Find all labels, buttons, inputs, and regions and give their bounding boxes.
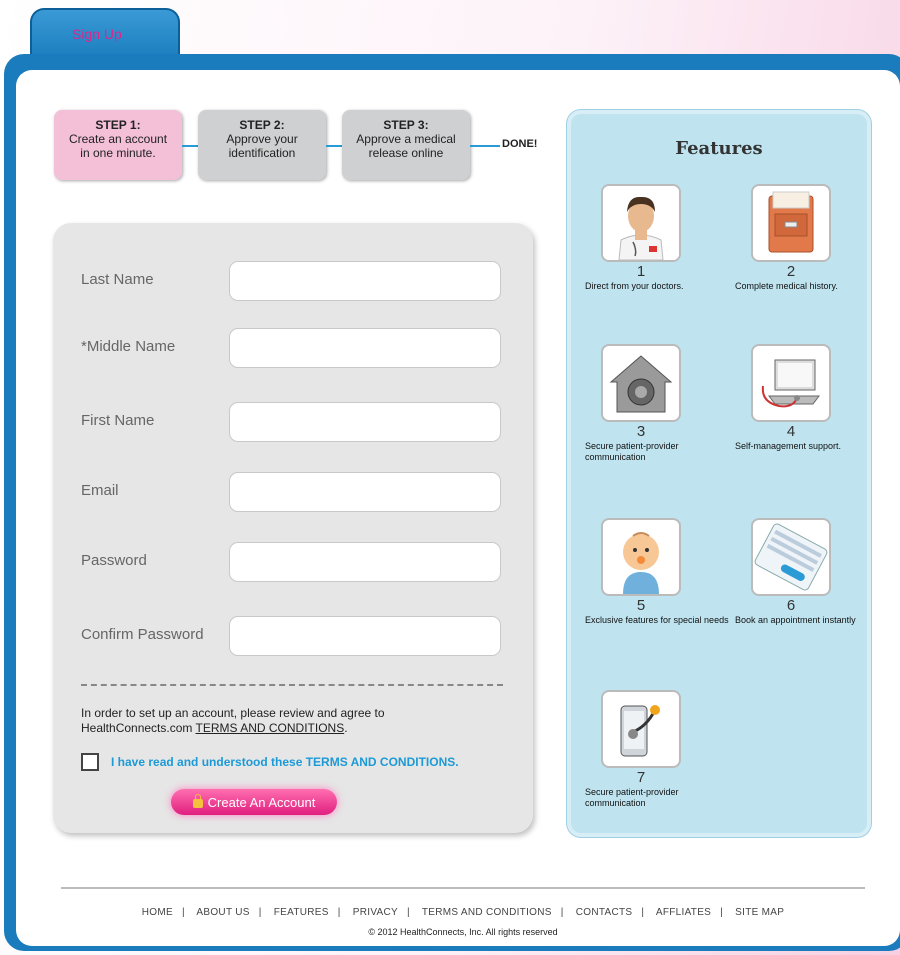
- email-field[interactable]: [229, 472, 501, 512]
- footer-link-about-us[interactable]: ABOUT US: [196, 907, 249, 918]
- lock-icon: [192, 794, 203, 808]
- password-field[interactable]: [229, 542, 501, 582]
- confirm-password-label: Confirm Password: [81, 626, 204, 643]
- middle-name-field[interactable]: [229, 328, 501, 368]
- footer-link-contacts[interactable]: CONTACTS: [576, 907, 633, 918]
- confirm-password-field[interactable]: [229, 616, 501, 656]
- terms-checkbox-label[interactable]: I have read and understood these TERMS A…: [111, 755, 459, 769]
- doctor-icon: [601, 184, 681, 262]
- step-3-line1: Approve a medical: [356, 132, 456, 146]
- tab-sign-up-label: Sign Up: [72, 26, 122, 42]
- terms-checkbox[interactable]: [81, 753, 99, 771]
- password-label: Password: [81, 552, 147, 569]
- last-name-field[interactable]: [229, 261, 501, 301]
- feature-item: 6 Book an appointment instantly: [735, 518, 885, 626]
- feature-item: 4 Self-management support.: [735, 344, 885, 452]
- email-label: Email: [81, 482, 119, 499]
- footer-nav: HOME | ABOUT US | FEATURES | PRIVACY | TERMS…: [141, 907, 785, 918]
- feature-item: 5 Exclusive features for special needs: [585, 518, 735, 626]
- laptop-stethoscope-icon: [751, 344, 831, 422]
- step-connector: [182, 145, 198, 147]
- terms-link[interactable]: TERMS AND CONDITIONS: [196, 721, 345, 735]
- step-2-line1: Approve your: [226, 132, 298, 146]
- feature-item: 7 Secure patient-provider communication: [585, 690, 735, 809]
- main-panel: STEP 1: Create an account in one minute.…: [16, 70, 900, 946]
- file-cabinet-icon: [751, 184, 831, 262]
- features-panel: Features 1 Direct from your doctors. 2 C…: [567, 110, 871, 837]
- step-2: STEP 2: Approve your identification: [198, 110, 326, 180]
- footer-link-features[interactable]: FEATURES: [274, 907, 329, 918]
- step-2-line2: identification: [228, 146, 296, 160]
- footer-link-home[interactable]: HOME: [142, 907, 173, 918]
- last-name-label: Last Name: [81, 271, 154, 288]
- step-1: STEP 1: Create an account in one minute.: [54, 110, 182, 180]
- middle-name-label: *Middle Name: [81, 338, 176, 355]
- signup-form: Last Name *Middle Name First Name Email …: [53, 223, 533, 833]
- copyright: © 2012 HealthConnects, Inc. All rights r…: [368, 927, 558, 937]
- footer-link-terms[interactable]: TERMS AND CONDITIONS: [422, 907, 552, 918]
- step-connector: [470, 145, 500, 147]
- footer-link-privacy[interactable]: PRIVACY: [353, 907, 398, 918]
- footer-link-affliates[interactable]: AFFLIATES: [656, 907, 711, 918]
- divider: [81, 684, 503, 686]
- footer-link-site-map[interactable]: SITE MAP: [735, 907, 784, 918]
- vault-house-icon: [601, 344, 681, 422]
- phone-stethoscope-icon: [601, 690, 681, 768]
- step-1-line1: Create an account: [68, 132, 168, 146]
- step-3: STEP 3: Approve a medical release online: [342, 110, 470, 180]
- baby-icon: [601, 518, 681, 596]
- first-name-field[interactable]: [229, 402, 501, 442]
- feature-item: 1 Direct from your doctors.: [585, 184, 735, 292]
- footer-divider: [61, 887, 865, 889]
- done-label: DONE!: [502, 138, 538, 150]
- create-account-label: Create An Account: [207, 794, 316, 810]
- terms-notice: In order to set up an account, please re…: [81, 706, 385, 735]
- features-title: Features: [675, 138, 763, 159]
- step-1-line2: in one minute.: [80, 146, 156, 160]
- feature-item: 3 Secure patient-provider communication: [585, 344, 735, 463]
- create-account-button[interactable]: Create An Account: [171, 789, 337, 815]
- step-connector: [326, 145, 342, 147]
- copyright-icon: ©: [368, 927, 375, 937]
- feature-item: 2 Complete medical history.: [735, 184, 885, 292]
- first-name-label: First Name: [81, 412, 155, 429]
- booking-screen-icon: [751, 518, 831, 596]
- step-3-line2: release online: [368, 146, 444, 160]
